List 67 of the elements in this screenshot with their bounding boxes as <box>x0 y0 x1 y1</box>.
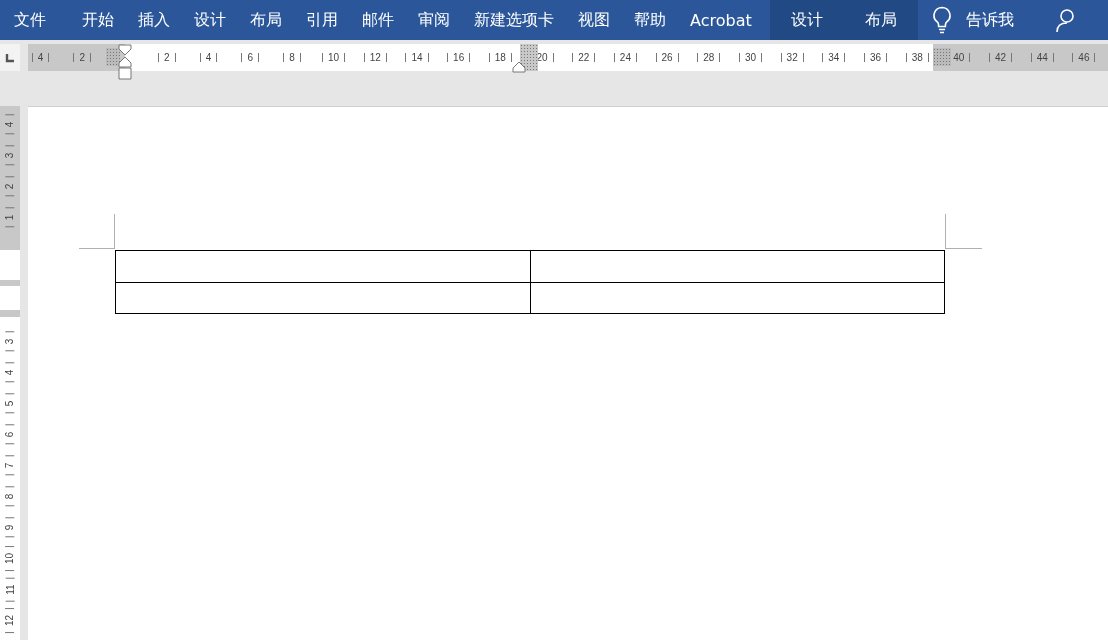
ruler-number: 6 <box>5 424 15 445</box>
ruler-number: 4 <box>5 114 15 135</box>
lightbulb-icon[interactable] <box>931 6 952 34</box>
ruler-number: 22 <box>572 53 596 62</box>
ruler-number: 4 <box>5 362 15 383</box>
right-margin-marker[interactable] <box>933 48 951 66</box>
ruler-number: 5 <box>5 393 15 414</box>
ruler-number: 38 <box>905 53 929 62</box>
row-marker[interactable] <box>0 310 20 317</box>
ribbon-tab[interactable]: 设计 <box>769 0 844 40</box>
column-marker[interactable] <box>520 44 538 71</box>
left-margin-marker[interactable] <box>106 48 120 66</box>
ribbon-tab[interactable]: 布局 <box>843 0 918 40</box>
ruler-number: 28 <box>697 53 721 62</box>
left-tab-icon <box>5 52 15 63</box>
ruler-number: 9 <box>5 517 15 538</box>
table-cell[interactable] <box>530 250 945 283</box>
right-indent-marker[interactable] <box>512 61 526 73</box>
ruler-number: 4 <box>199 53 218 62</box>
ruler-number: 11 <box>5 577 15 602</box>
ribbon-tab[interactable]: 帮助 <box>622 0 678 40</box>
ruler-number: 10 <box>5 545 15 572</box>
ruler-number: 8 <box>283 53 301 62</box>
table-cell[interactable] <box>115 250 530 283</box>
ruler-number: 10 <box>322 53 346 62</box>
ruler-number: 44 <box>1030 53 1054 62</box>
table-cell[interactable] <box>530 282 945 314</box>
ruler-number: 2 <box>5 176 15 197</box>
ruler-number: 12 <box>5 607 15 634</box>
tell-me-label[interactable]: 告诉我 <box>965 9 1014 31</box>
ribbon-tab[interactable]: 设计 <box>182 0 238 40</box>
ruler-number: 34 <box>822 53 846 62</box>
person-icon[interactable] <box>1055 7 1074 33</box>
ribbon-tab[interactable]: 邮件 <box>350 0 406 40</box>
ruler-number: 7 <box>5 455 15 476</box>
row-marker[interactable] <box>0 280 20 286</box>
ruler-number: 18 <box>488 53 512 62</box>
ruler-number: 12 <box>363 53 387 62</box>
ruler-number: 1 <box>5 207 15 228</box>
ribbon-tab[interactable]: Acrobat <box>678 0 764 40</box>
ribbon-tab[interactable]: 审阅 <box>406 0 462 40</box>
ribbon-tab[interactable]: 视图 <box>566 0 622 40</box>
ruler-number: 26 <box>655 53 679 62</box>
ribbon-tab[interactable]: 文件 <box>2 0 58 40</box>
ruler-number: 24 <box>613 53 637 62</box>
ruler-number: 6 <box>241 53 259 62</box>
ruler-number: 3 <box>5 331 15 352</box>
ribbon-tab[interactable]: 插入 <box>126 0 182 40</box>
ruler-number: 32 <box>780 53 804 62</box>
ribbon-tab[interactable]: 引用 <box>294 0 350 40</box>
ribbon-tab[interactable]: 布局 <box>238 0 294 40</box>
ruler-number: 2 <box>158 53 176 62</box>
ruler-number: 3 <box>5 145 15 166</box>
table-cell[interactable] <box>115 282 530 314</box>
ruler-number: 4 <box>31 53 50 62</box>
ruler-number: 46 <box>1072 53 1096 62</box>
ruler-number: 2 <box>73 53 91 62</box>
tab-stop-selector[interactable] <box>0 44 20 71</box>
ruler-number: 36 <box>863 53 888 62</box>
ruler-number: 16 <box>447 53 471 62</box>
ruler-number: 8 <box>5 486 15 507</box>
ruler-number: 30 <box>738 53 763 62</box>
ribbon-tab[interactable]: 开始 <box>70 0 126 40</box>
indent-marker[interactable] <box>118 44 132 80</box>
ribbon-tab[interactable]: 新建选项卡 <box>462 0 566 40</box>
ruler-number: 42 <box>988 53 1013 62</box>
ruler-number: 14 <box>405 53 429 62</box>
